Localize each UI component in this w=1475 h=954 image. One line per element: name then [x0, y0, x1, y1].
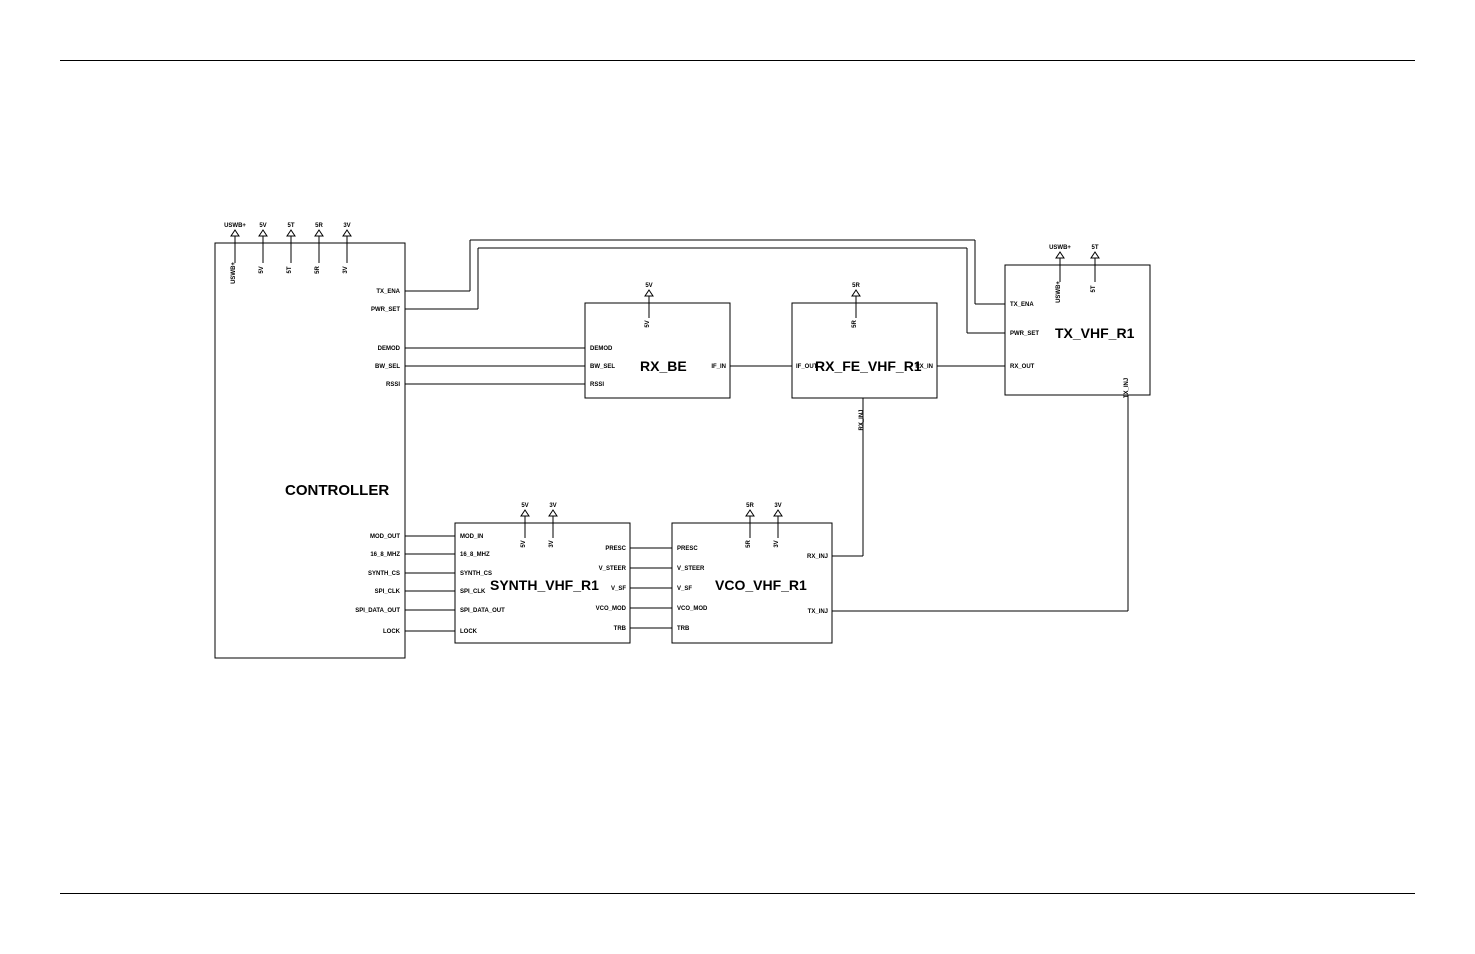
tx-title: TX_VHF_R1 [1055, 325, 1135, 341]
page-frame-bottom [60, 893, 1415, 894]
controller-tx-ena: TX_ENA [376, 289, 400, 295]
synth-top-pin-inner-0: 5V [521, 540, 527, 547]
rx-fe-rx-inj: RX_INJ [859, 409, 865, 430]
rx-be-block: RX_BE 5V 5V DEMOD BW_SEL RSSI IF_IN [585, 283, 730, 398]
synth-presc: PRESC [605, 546, 626, 552]
controller-top-pin-0: USWB+ [224, 223, 246, 229]
controller-top-pin-inner-4: 3V [343, 266, 349, 273]
tx-top-pin-0: USWB+ [1049, 245, 1071, 251]
synth-vco-mod: VCO_MOD [596, 606, 627, 612]
tx-block: TX_VHF_R1 USWB+ USWB+ 5T 5T TX_ENA PWR_S… [1005, 245, 1150, 398]
synth-spi-data-out: SPI_DATA_OUT [460, 608, 505, 614]
vco-top-pin-inner-0: 5R [746, 539, 752, 547]
nets [405, 240, 1128, 631]
controller-spi-data-out: SPI_DATA_OUT [355, 608, 400, 614]
rx-be-if-in: IF_IN [711, 364, 726, 370]
synth-vsf: V_SF [611, 586, 626, 592]
synth-top-pin-0: 5V [521, 503, 528, 509]
synth-top-pin-1: 3V [549, 503, 556, 509]
synth-lock: LOCK [460, 629, 478, 635]
controller-lock: LOCK [383, 629, 401, 635]
rx-fe-rx-in: RX_IN [915, 364, 933, 370]
vco-rx-inj: RX_INJ [807, 554, 828, 560]
vco-title: VCO_VHF_R1 [715, 577, 807, 593]
controller-top-pin-3: 5R [315, 223, 323, 229]
schematic-page: { "blocks": { "controller": { "title": "… [0, 0, 1475, 954]
vco-top-pin-1: 3V [774, 503, 781, 509]
vco-tx-inj: TX_INJ [808, 609, 828, 615]
controller-pwr-set: PWR_SET [371, 307, 400, 313]
controller-top-pin-2: 5T [287, 223, 294, 229]
rx-be-demod: DEMOD [590, 346, 613, 352]
synth-block: SYNTH_VHF_R1 5V 5V 3V 3V MOD_IN 16_8_MHZ… [455, 503, 630, 643]
controller-bw-sel: BW_SEL [375, 364, 400, 370]
rx-be-rssi: RSSI [590, 382, 604, 388]
controller-synth-cs: SYNTH_CS [368, 571, 400, 577]
tx-top-pin-1: 5T [1091, 245, 1098, 251]
tx-tx-ena: TX_ENA [1010, 302, 1034, 308]
vco-trb: TRB [677, 626, 690, 632]
rx-fe-block: RX_FE_VHF_R1 5R 5R IF_OUT RX_IN RX_INJ [792, 283, 937, 431]
synth-spi-clk: SPI_CLK [460, 589, 486, 595]
rx-be-top-pin-inner: 5V [645, 320, 651, 327]
vco-block: VCO_VHF_R1 5R 5R 3V 3V PRESC V_STEER V_S… [672, 503, 832, 643]
tx-top-pin-inner-0: USWB+ [1056, 281, 1062, 303]
synth-title: SYNTH_VHF_R1 [490, 577, 599, 593]
tx-top-pin-inner-1: 5T [1091, 285, 1097, 292]
vco-vco-mod: VCO_MOD [677, 606, 708, 612]
tx-pwr-set: PWR_SET [1010, 331, 1039, 337]
vco-presc: PRESC [677, 546, 698, 552]
controller-top-pins: USWB+ USWB+ 5V 5V 5T 5T [224, 223, 351, 284]
controller-title: CONTROLLER [285, 482, 389, 499]
controller-rssi: RSSI [386, 382, 400, 388]
controller-demod: DEMOD [378, 346, 401, 352]
controller-top-pin-1: 5V [259, 223, 266, 229]
vco-vsf: V_SF [677, 586, 692, 592]
controller-spi-clk: SPI_CLK [375, 589, 401, 595]
diagram-svg: CONTROLLER USWB+ USWB+ 5V 5V 5T [0, 0, 1475, 954]
synth-cs: SYNTH_CS [460, 571, 492, 577]
controller-top-pin-inner-2: 5T [287, 266, 293, 273]
rx-be-bw-sel: BW_SEL [590, 364, 615, 370]
synth-mod-in: MOD_IN [460, 534, 483, 540]
controller-top-pin-inner-0: USWB+ [231, 262, 237, 284]
tx-tx-inj: TX_INJ [1124, 378, 1130, 398]
vco-vsteer: V_STEER [677, 566, 705, 572]
rx-fe-top-pin: 5R [852, 283, 860, 289]
rx-fe-if-out: IF_OUT [796, 364, 818, 370]
rx-be-top-pin: 5V [645, 283, 652, 289]
controller-top-pin-inner-3: 5R [315, 265, 321, 273]
controller-top-pin-4: 3V [343, 223, 350, 229]
vco-top-pin-inner-1: 3V [774, 540, 780, 547]
tx-rx-out: RX_OUT [1010, 364, 1035, 370]
controller-block: CONTROLLER USWB+ USWB+ 5V 5V 5T [215, 223, 405, 658]
page-frame-top [60, 60, 1415, 61]
synth-top-pin-inner-1: 3V [549, 540, 555, 547]
vco-top-pin-0: 5R [746, 503, 754, 509]
rx-fe-top-pin-inner: 5R [852, 319, 858, 327]
rx-be-title: RX_BE [640, 358, 687, 374]
controller-top-pin-inner-1: 5V [259, 266, 265, 273]
synth-16-8: 16_8_MHZ [460, 552, 490, 558]
rx-fe-title: RX_FE_VHF_R1 [815, 358, 922, 374]
controller-mod-out: MOD_OUT [370, 534, 400, 540]
synth-trb: TRB [614, 626, 627, 632]
synth-vsteer: V_STEER [599, 566, 627, 572]
controller-16-8-mhz: 16_8_MHZ [370, 552, 400, 558]
